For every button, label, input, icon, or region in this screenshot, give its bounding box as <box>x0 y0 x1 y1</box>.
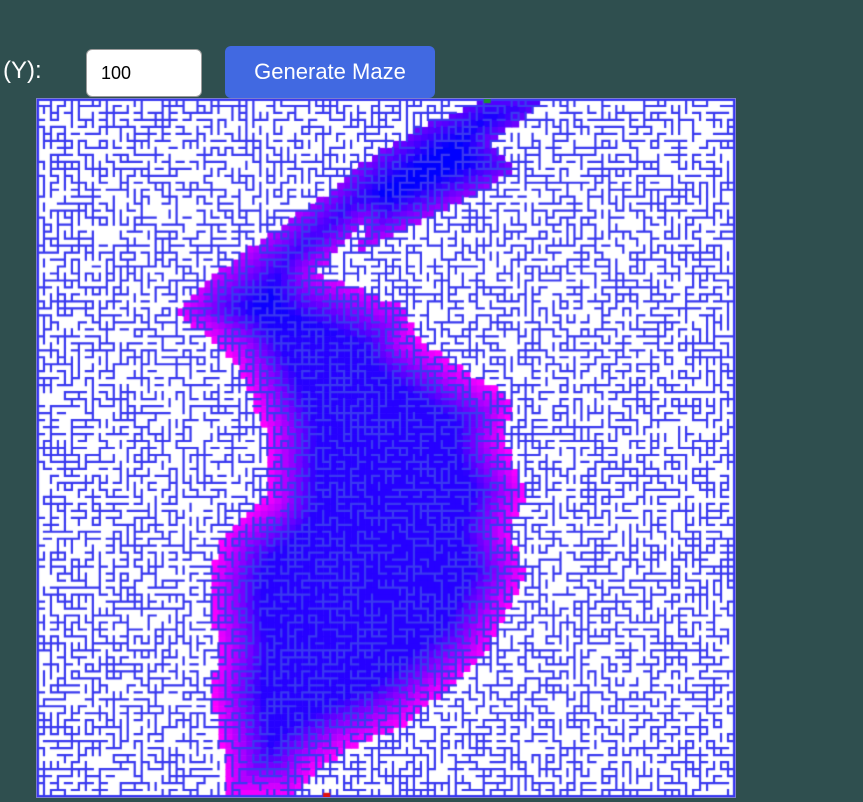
maze-frame <box>36 98 736 798</box>
maze-canvas[interactable] <box>37 99 735 797</box>
height-input[interactable] <box>86 49 202 97</box>
height-label: ght (Y): <box>0 57 42 84</box>
generate-maze-button[interactable]: Generate Maze <box>225 46 435 98</box>
